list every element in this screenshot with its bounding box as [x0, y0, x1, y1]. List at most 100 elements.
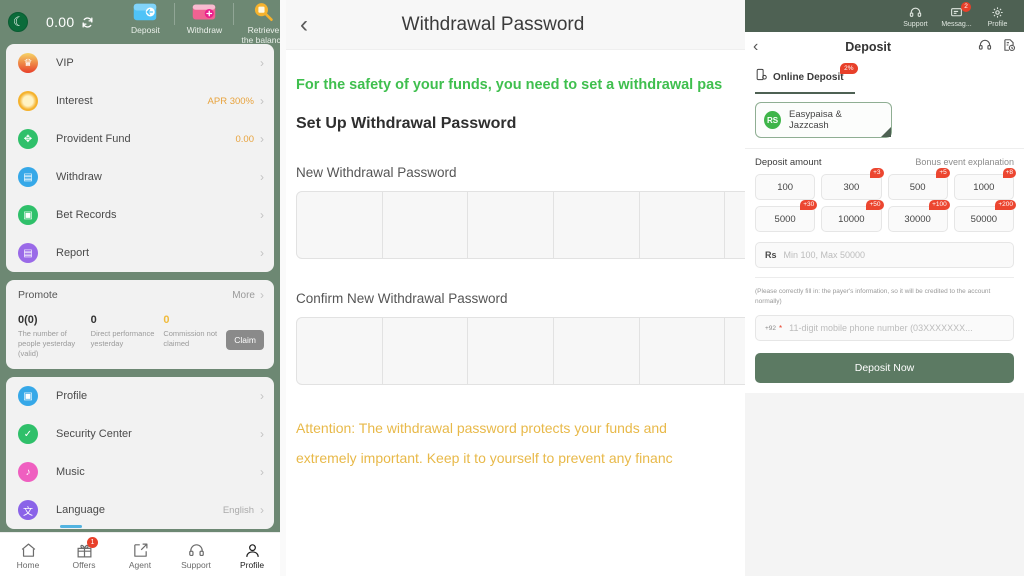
- chevron-right-icon: ›: [260, 208, 264, 222]
- left-panel-account: 0.00: [0, 0, 280, 576]
- otp-cell[interactable]: [640, 318, 726, 384]
- sidebar-item-label: Security Center: [56, 428, 132, 440]
- topbar-profile[interactable]: Profile: [977, 4, 1018, 28]
- sidebar-item-profile[interactable]: ▣ Profile ›: [6, 377, 274, 415]
- retrieve-balance-action[interactable]: Retrieve the balance: [234, 0, 280, 45]
- tab-online-deposit[interactable]: Online Deposit 2%: [755, 63, 858, 91]
- otp-cell[interactable]: [725, 192, 745, 258]
- nav-item-offers[interactable]: 1 Offers: [56, 536, 112, 570]
- sidebar-item-vip[interactable]: ♛ VIP ›: [6, 44, 274, 82]
- amount-button[interactable]: 100: [755, 174, 816, 200]
- amount-value: 5000: [774, 213, 796, 225]
- deposit-header: ‹ Deposit: [745, 32, 1024, 62]
- currency-prefix: Rs: [765, 250, 777, 260]
- menu-card-settings: ▣ Profile › ✓ Security Center › ♪ Music …: [6, 377, 274, 529]
- amount-button[interactable]: 30000 +100: [887, 200, 950, 232]
- otp-cell[interactable]: [383, 192, 469, 258]
- amount-input-placeholder: Min 100, Max 50000: [783, 250, 866, 260]
- method-selected-indicator: [881, 127, 891, 137]
- refresh-icon[interactable]: [81, 15, 94, 29]
- bet-records-icon: ▣: [18, 205, 38, 225]
- headset-icon[interactable]: [978, 38, 992, 57]
- sidebar-item-label: Profile: [56, 390, 88, 402]
- headset-icon: [909, 4, 922, 20]
- sidebar-item-security-center[interactable]: ✓ Security Center ›: [6, 415, 274, 453]
- otp-cell[interactable]: [554, 318, 640, 384]
- retrieve-balance-label-l2: the balance: [241, 35, 280, 45]
- interest-coin-icon: [18, 91, 38, 111]
- amount-input[interactable]: Rs Min 100, Max 50000: [755, 242, 1014, 268]
- otp-cell[interactable]: [725, 318, 745, 384]
- chevron-right-icon: ›: [260, 465, 264, 479]
- sidebar-item-value: 0.00: [235, 133, 255, 145]
- deposit-action[interactable]: Deposit: [116, 0, 174, 35]
- sidebar-item-label: Language: [56, 504, 105, 516]
- confirm-password-input[interactable]: [296, 317, 745, 385]
- nav-item-agent[interactable]: Agent: [112, 540, 168, 570]
- sidebar-item-bet-records[interactable]: ▣ Bet Records ›: [6, 196, 274, 234]
- vip-crown-icon: ♛: [18, 53, 38, 73]
- bonus-event-explanation-link[interactable]: Bonus event explanation: [915, 157, 1014, 167]
- claim-commission-button[interactable]: Claim: [226, 330, 264, 350]
- amount-button[interactable]: 1000 +8: [953, 168, 1016, 200]
- new-password-input[interactable]: [296, 191, 745, 259]
- country-code: +92: [765, 324, 777, 332]
- phone-input[interactable]: +92 * 11-digit mobile phone number (03XX…: [755, 315, 1014, 341]
- attention-warning-line1: Attention: The withdrawal password prote…: [296, 420, 667, 436]
- sidebar-item-music[interactable]: ♪ Music ›: [6, 453, 274, 491]
- tab-label: Online Deposit: [773, 71, 844, 83]
- amount-button[interactable]: 5000 +30: [755, 200, 818, 232]
- otp-cell[interactable]: [297, 192, 383, 258]
- deposit-history-icon[interactable]: [1002, 38, 1016, 57]
- topbar-support[interactable]: Support: [895, 4, 936, 28]
- promote-stats: 0(0) The number of people yesterday (val…: [6, 310, 274, 369]
- amount-button[interactable]: 500 +5: [887, 168, 950, 200]
- otp-cell[interactable]: [468, 318, 555, 384]
- amount-button[interactable]: 50000 +200: [953, 200, 1016, 232]
- amount-bonus-badge: +100: [929, 200, 950, 210]
- topbar-messages[interactable]: 2 Messag...: [936, 2, 977, 28]
- method-easypaisa-jazzcash[interactable]: RS Easypaisa & Jazzcash: [755, 102, 892, 138]
- sidebar-item-language[interactable]: 文 Language English ›: [6, 491, 274, 529]
- nav-item-home[interactable]: Home: [0, 540, 56, 570]
- rs-currency-icon: RS: [764, 111, 782, 129]
- withdraw-card-icon: [190, 0, 218, 24]
- otp-cell[interactable]: [640, 192, 726, 258]
- required-asterisk: *: [779, 323, 783, 333]
- mid-header: ‹ Withdrawal Password: [286, 0, 745, 50]
- chevron-right-icon: ›: [260, 132, 264, 146]
- gear-icon: [991, 4, 1004, 20]
- chevron-right-icon: ›: [260, 427, 264, 441]
- amount-value: 1000: [973, 181, 995, 193]
- sidebar-item-report[interactable]: ▤ Report ›: [6, 234, 274, 272]
- sidebar-item-interest[interactable]: Interest APR 300% ›: [6, 82, 274, 120]
- promote-title: Promote: [18, 289, 58, 301]
- otp-cell[interactable]: [297, 318, 383, 384]
- quick-actions: Deposit Withdraw Retrieve the balanc: [116, 0, 280, 45]
- nav-item-profile[interactable]: Profile: [224, 540, 280, 570]
- withdraw-action[interactable]: Withdraw: [175, 0, 233, 35]
- amount-value: 50000: [970, 213, 998, 225]
- promote-more-link[interactable]: More: [232, 290, 255, 301]
- sidebar-item-provident-fund[interactable]: ✥ Provident Fund 0.00 ›: [6, 120, 274, 158]
- amount-preset-grid: 100 300 +3 500 +5 1000 +8 5000 +30 10000…: [755, 168, 1016, 232]
- amount-bonus-badge: +5: [936, 168, 950, 178]
- otp-cell[interactable]: [383, 318, 469, 384]
- right-topbar: Support 2 Messag... Profile: [745, 0, 1024, 32]
- pakistan-flag-icon: [8, 12, 28, 32]
- deposit-tabs: Online Deposit 2%: [745, 62, 1024, 94]
- amount-button[interactable]: 300 +3: [821, 168, 884, 200]
- amount-button[interactable]: 10000 +50: [821, 200, 884, 232]
- nav-item-support[interactable]: Support: [168, 540, 224, 570]
- back-chevron-icon[interactable]: ‹: [300, 11, 308, 39]
- deposit-now-button[interactable]: Deposit Now: [755, 353, 1014, 383]
- deposit-amount-section: Deposit amount Bonus event explanation 1…: [745, 148, 1024, 393]
- sidebar-item-withdraw[interactable]: ▤ Withdraw ›: [6, 158, 274, 196]
- right-panel-deposit: Support 2 Messag... Profile ‹ Deposit On…: [745, 0, 1024, 576]
- deposit-amount-label: Deposit amount: [755, 157, 822, 168]
- otp-cell[interactable]: [554, 192, 640, 258]
- deposit-amount-row: Deposit amount Bonus event explanation: [755, 149, 1014, 174]
- otp-cell[interactable]: [468, 192, 555, 258]
- headset-icon: [188, 540, 205, 559]
- attention-warning-line2: extremely important. Keep it to yourself…: [296, 450, 673, 466]
